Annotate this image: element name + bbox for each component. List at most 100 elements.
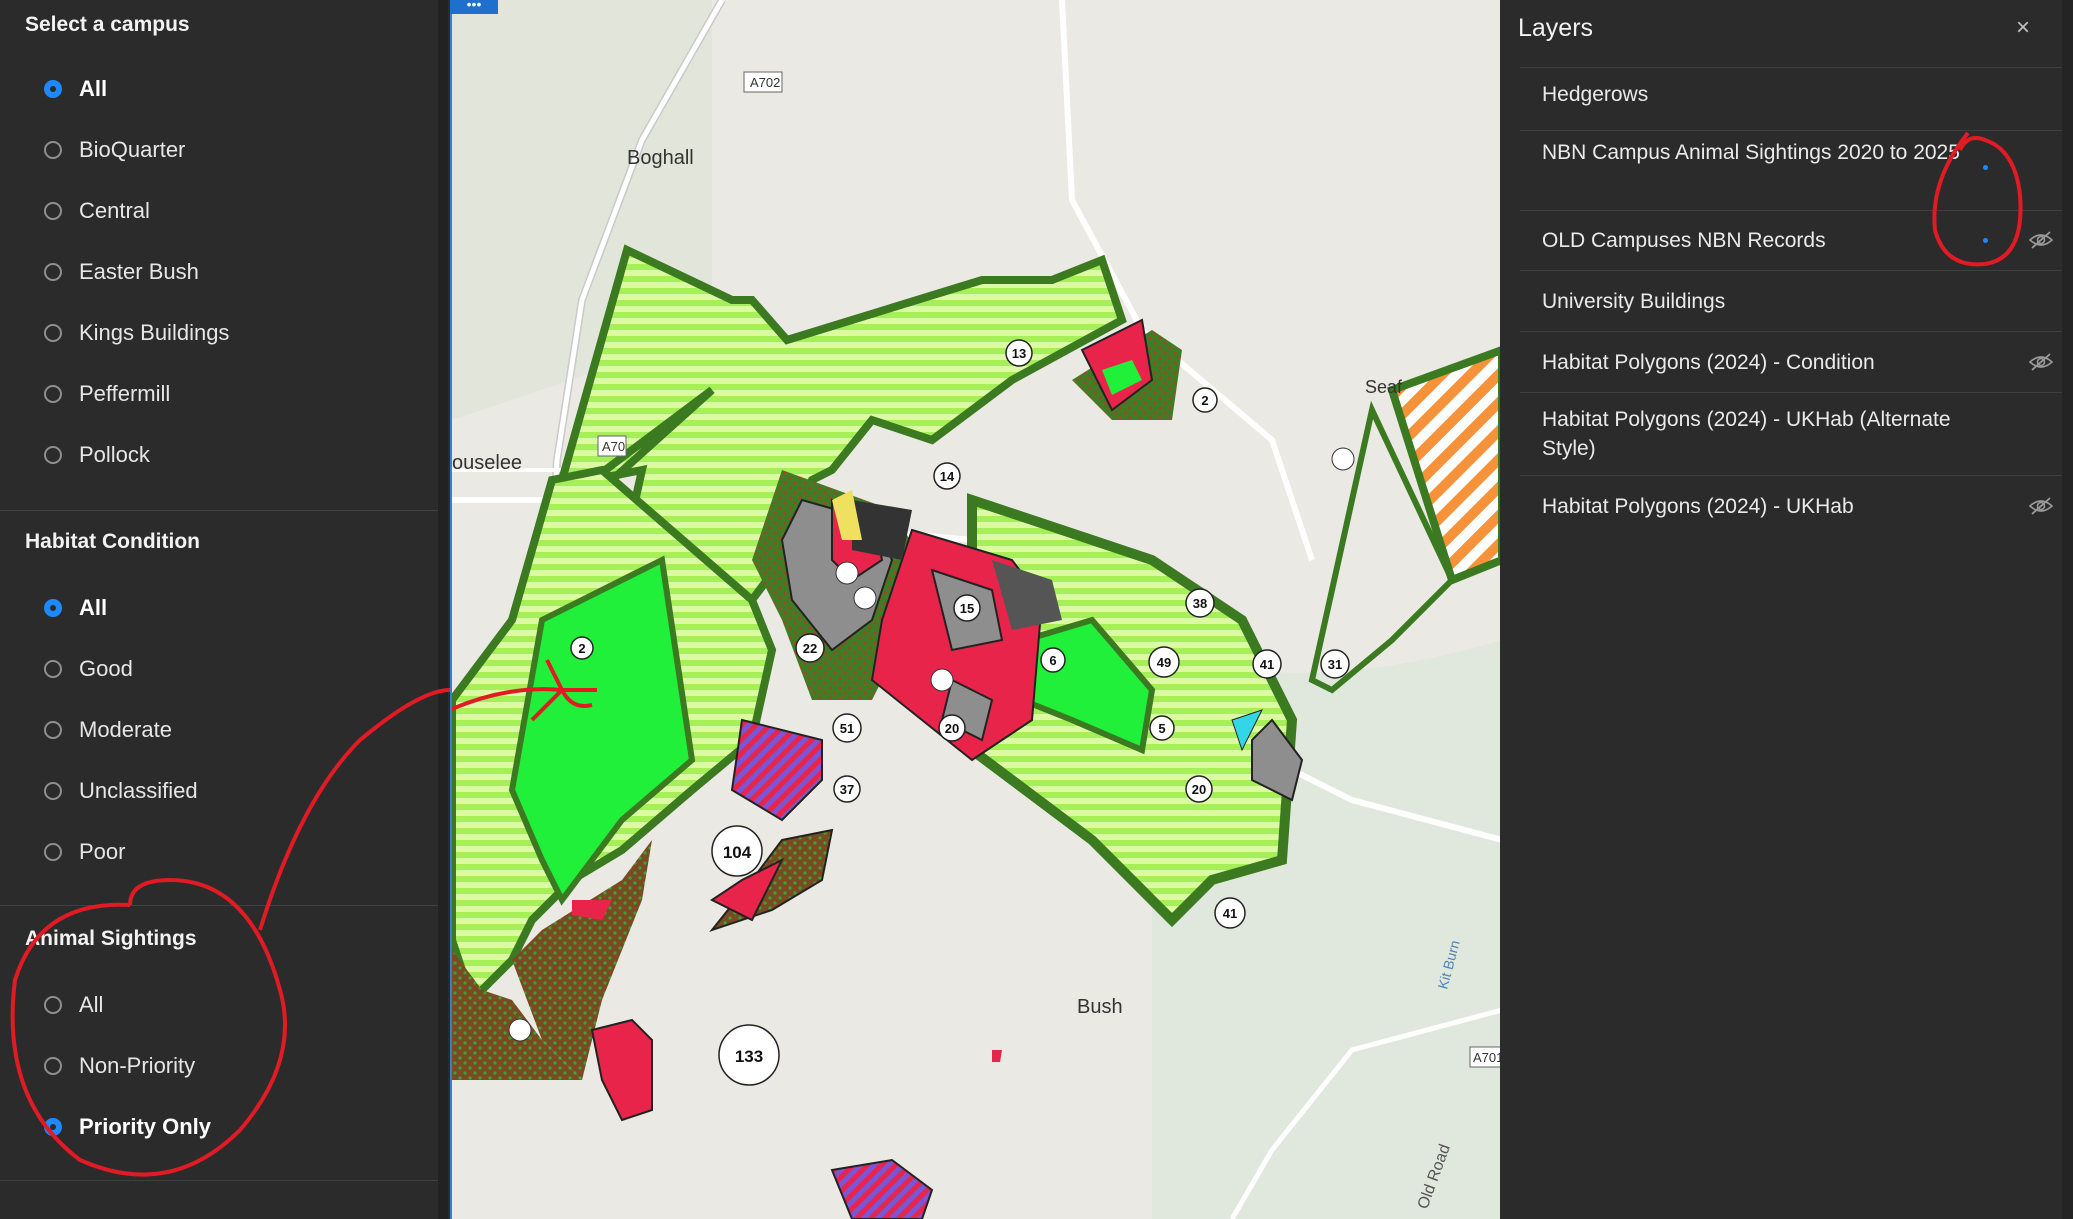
paw-icon[interactable] [835,561,859,585]
radio-icon[interactable] [44,996,62,1014]
option-label: Pollock [79,442,150,467]
option-label: Easter Bush [79,259,199,284]
cluster-count: 14 [940,469,955,484]
radio-icon[interactable] [44,385,62,403]
sighting-cluster-marker[interactable]: 20 [1185,775,1213,803]
panel-scroll-rail[interactable] [438,0,448,1219]
sighting-cluster-marker[interactable]: 14 [933,462,961,490]
map-canvas[interactable]: Boghall ouselee Bush Seaf Old Road Kit B… [452,0,1502,1219]
sightings-option-priority-only[interactable]: Priority Only [44,1107,211,1147]
sighting-cluster-marker[interactable]: 41 [1214,897,1246,929]
sighting-cluster-marker[interactable]: 20 [938,714,966,742]
paw-icon[interactable] [853,586,877,610]
radio-icon[interactable] [44,446,62,464]
radio-icon[interactable] [44,599,62,617]
map-view[interactable]: Boghall ouselee Bush Seaf Old Road Kit B… [450,0,1502,1219]
cluster-count: 2 [1201,393,1208,408]
layer-item[interactable]: OLD Campuses NBN Records [1542,226,1962,255]
sighting-cluster-marker[interactable]: 6 [1040,647,1066,673]
cluster-count: 20 [1192,782,1206,797]
sighting-cluster-marker[interactable]: 31 [1320,649,1350,679]
layer-item[interactable]: Habitat Polygons (2024) - Condition [1542,348,1962,377]
campus-option-kings-buildings[interactable]: Kings Buildings [44,313,229,353]
road-shield-a701: A701 [1469,1046,1502,1068]
sighting-cluster-marker[interactable]: 37 [833,775,861,803]
divider [1520,210,2066,211]
sighting-cluster-marker[interactable]: 5 [1149,715,1175,741]
sighting-cluster-marker[interactable]: 22 [795,633,825,663]
panel-scroll-rail[interactable] [2062,0,2073,1219]
cluster-count: 6 [1049,653,1056,668]
sighting-cluster-marker[interactable]: 51 [832,713,862,743]
close-icon[interactable]: × [2016,14,2030,42]
paw-icon[interactable] [930,668,954,692]
sightings-option-all[interactable]: All [44,985,103,1025]
radio-icon[interactable] [44,141,62,159]
campus-option-peffermill[interactable]: Peffermill [44,374,170,414]
radio-icon[interactable] [44,324,62,342]
place-label: ouselee [452,452,522,474]
radio-icon[interactable] [44,80,62,98]
sighting-cluster-marker[interactable]: 2 [570,636,594,660]
layer-item[interactable]: Hedgerows [1542,80,1962,109]
visibility-off-icon[interactable] [2028,496,2054,516]
cluster-count: 41 [1223,906,1237,921]
condition-option-poor[interactable]: Poor [44,832,125,872]
condition-option-moderate[interactable]: Moderate [44,710,172,750]
condition-option-good[interactable]: Good [44,649,133,689]
animal-sightings-title: Animal Sightings [25,927,197,950]
divider [1520,392,2066,393]
option-label: Poor [79,839,126,864]
cluster-count: 13 [1012,346,1026,361]
sighting-cluster-marker[interactable]: 15 [953,594,981,622]
campus-option-central[interactable]: Central [44,191,150,231]
campus-option-pollock[interactable]: Pollock [44,435,150,475]
radio-icon[interactable] [44,1057,62,1075]
sighting-cluster-marker[interactable]: 13 [1005,339,1033,367]
sighting-cluster-marker[interactable]: 38 [1185,588,1215,618]
svg-text:A70: A70 [602,439,625,454]
sighting-cluster-marker[interactable]: 133 [718,1024,780,1086]
sighting-cluster-marker[interactable]: 49 [1148,646,1180,678]
layer-item[interactable]: Habitat Polygons (2024) - UKHab [1542,492,1962,521]
condition-option-unclassified[interactable]: Unclassified [44,771,198,811]
cluster-count: 49 [1157,655,1171,670]
paw-icon[interactable] [508,1018,532,1042]
road-shield-a70: A70 [597,435,627,457]
radio-icon[interactable] [44,660,62,678]
road-shield-a702: A702 [743,71,783,93]
cluster-count: 2 [578,641,585,656]
divider [1520,475,2066,476]
visibility-off-icon[interactable] [2028,352,2054,372]
radio-icon[interactable] [44,721,62,739]
option-label: Priority Only [79,1114,212,1139]
condition-option-all[interactable]: All [44,588,107,628]
building-dark[interactable] [852,500,912,560]
campus-section-title: Select a campus [25,13,190,36]
option-label: Kings Buildings [79,320,230,345]
status-dot-icon [1983,165,1988,170]
campus-option-bioquarter[interactable]: BioQuarter [44,130,185,170]
sighting-cluster-marker[interactable]: 41 [1252,649,1282,679]
layers-panel: Layers × Hedgerows NBN Campus Animal Sigh… [1500,0,2073,1219]
radio-icon[interactable] [44,1118,62,1136]
cluster-count: 133 [735,1047,763,1066]
layer-item[interactable]: Habitat Polygons (2024) - UKHab (Alterna… [1542,405,1962,463]
layer-item[interactable]: University Buildings [1542,287,1962,316]
radio-icon[interactable] [44,843,62,861]
sightings-option-non-priority[interactable]: Non-Priority [44,1046,195,1086]
paw-icon[interactable] [1331,447,1355,471]
divider [1520,270,2066,271]
campus-option-all[interactable]: All [44,69,107,109]
radio-icon[interactable] [44,202,62,220]
map-menu-button[interactable]: ••• [450,0,498,14]
place-label: Seaf [1365,377,1403,397]
layer-item[interactable]: NBN Campus Animal Sightings 2020 to 2025 [1542,138,1962,167]
visibility-off-icon[interactable] [2028,230,2054,250]
radio-icon[interactable] [44,263,62,281]
campus-option-easter-bush[interactable]: Easter Bush [44,252,199,292]
option-label: Central [79,198,150,223]
radio-icon[interactable] [44,782,62,800]
sighting-cluster-marker[interactable]: 2 [1192,387,1218,413]
sighting-cluster-marker[interactable]: 104 [711,825,763,877]
